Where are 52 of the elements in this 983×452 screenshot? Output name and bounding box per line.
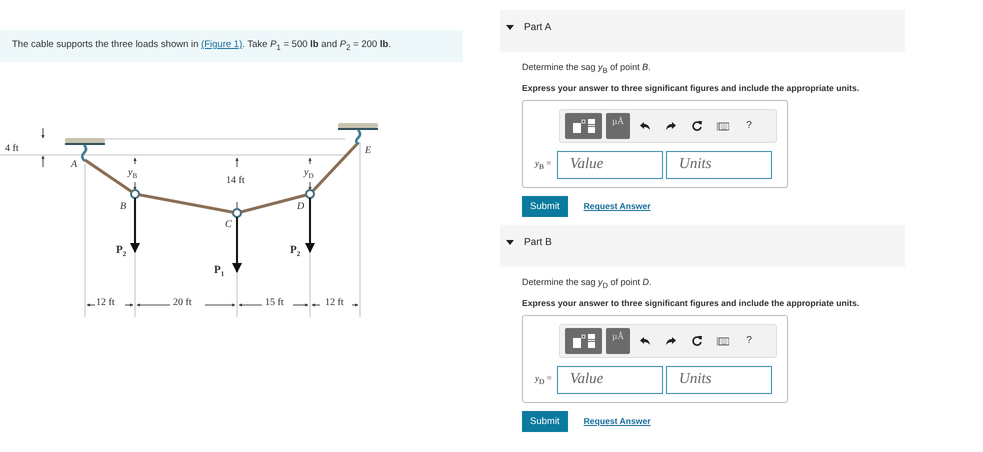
caret-icon [506,240,514,246]
dimension-label: 20 ft [173,298,192,308]
keyboard-icon [717,334,729,347]
dimension-label: 12 ft [96,298,115,308]
point-label: A [71,160,78,170]
part-header[interactable]: Part A [500,10,905,52]
point-label: D [297,202,304,212]
value-field[interactable]: Value [557,366,663,394]
request-answer-link[interactable]: Request Answer [584,416,651,426]
part-header[interactable]: Part B [500,224,905,267]
instruction-text: Express your answer to three significant figures and include the appropriate units. [522,82,860,93]
undo-icon [639,120,651,132]
variable-label: y$_{B}$ = [535,158,552,172]
dimension-label: 12 ft [325,298,344,308]
dimension-label: 14 ft [226,176,245,186]
question-text: Determine the sag y$_{D}$ of point D. [522,276,653,290]
point-label: C [225,220,232,230]
question-text: Determine the sag y$_{B}$ of point B. [522,62,652,75]
template-button[interactable] [565,112,602,139]
undo-icon [639,334,651,347]
dimension-label: 4 ft [5,144,19,154]
help-button[interactable]: ? [738,116,760,136]
reset-icon [691,120,703,132]
keyboard-icon [717,120,729,132]
sag-label: y$_{B}$ [128,168,138,180]
load-label: P$_{2}$ [290,244,300,258]
units-button[interactable]: µÅ [606,112,630,139]
sag-label: y$_{D}$ [304,168,314,180]
template-icon [572,118,596,133]
figure-link[interactable]: (Figure 1) [201,39,242,50]
units-field[interactable]: Units [666,150,772,179]
caret-icon [506,25,514,31]
problem-statement: The cable supports the three loads shown in (Figure 1). Take P$_{1}$ = 500 lb and P$_{2}$ = 200 lb. [12,39,392,52]
template-icon [572,334,596,348]
help-button[interactable]: ? [738,330,760,351]
redo-icon [665,334,677,347]
submit-button[interactable]: Submit [522,196,568,217]
units-field[interactable]: Units [666,366,772,394]
instruction-text: Express your answer to three significant figures and include the appropriate units. [522,298,860,308]
reset-icon [691,334,703,347]
point-label: B [120,202,126,212]
redo-icon [665,120,677,132]
units-button[interactable]: µÅ [606,328,630,354]
submit-button[interactable]: Submit [522,410,568,432]
value-field[interactable]: Value [557,150,663,179]
load-label: P$_{1}$ [214,264,224,278]
point-label: E [365,146,372,156]
load-label: P$_{2}$ [116,244,126,258]
dimension-label: 15 ft [265,298,284,308]
template-button[interactable] [565,328,602,354]
request-answer-link[interactable]: Request Answer [584,201,651,212]
variable-label: y$_{D}$ = [535,373,553,386]
